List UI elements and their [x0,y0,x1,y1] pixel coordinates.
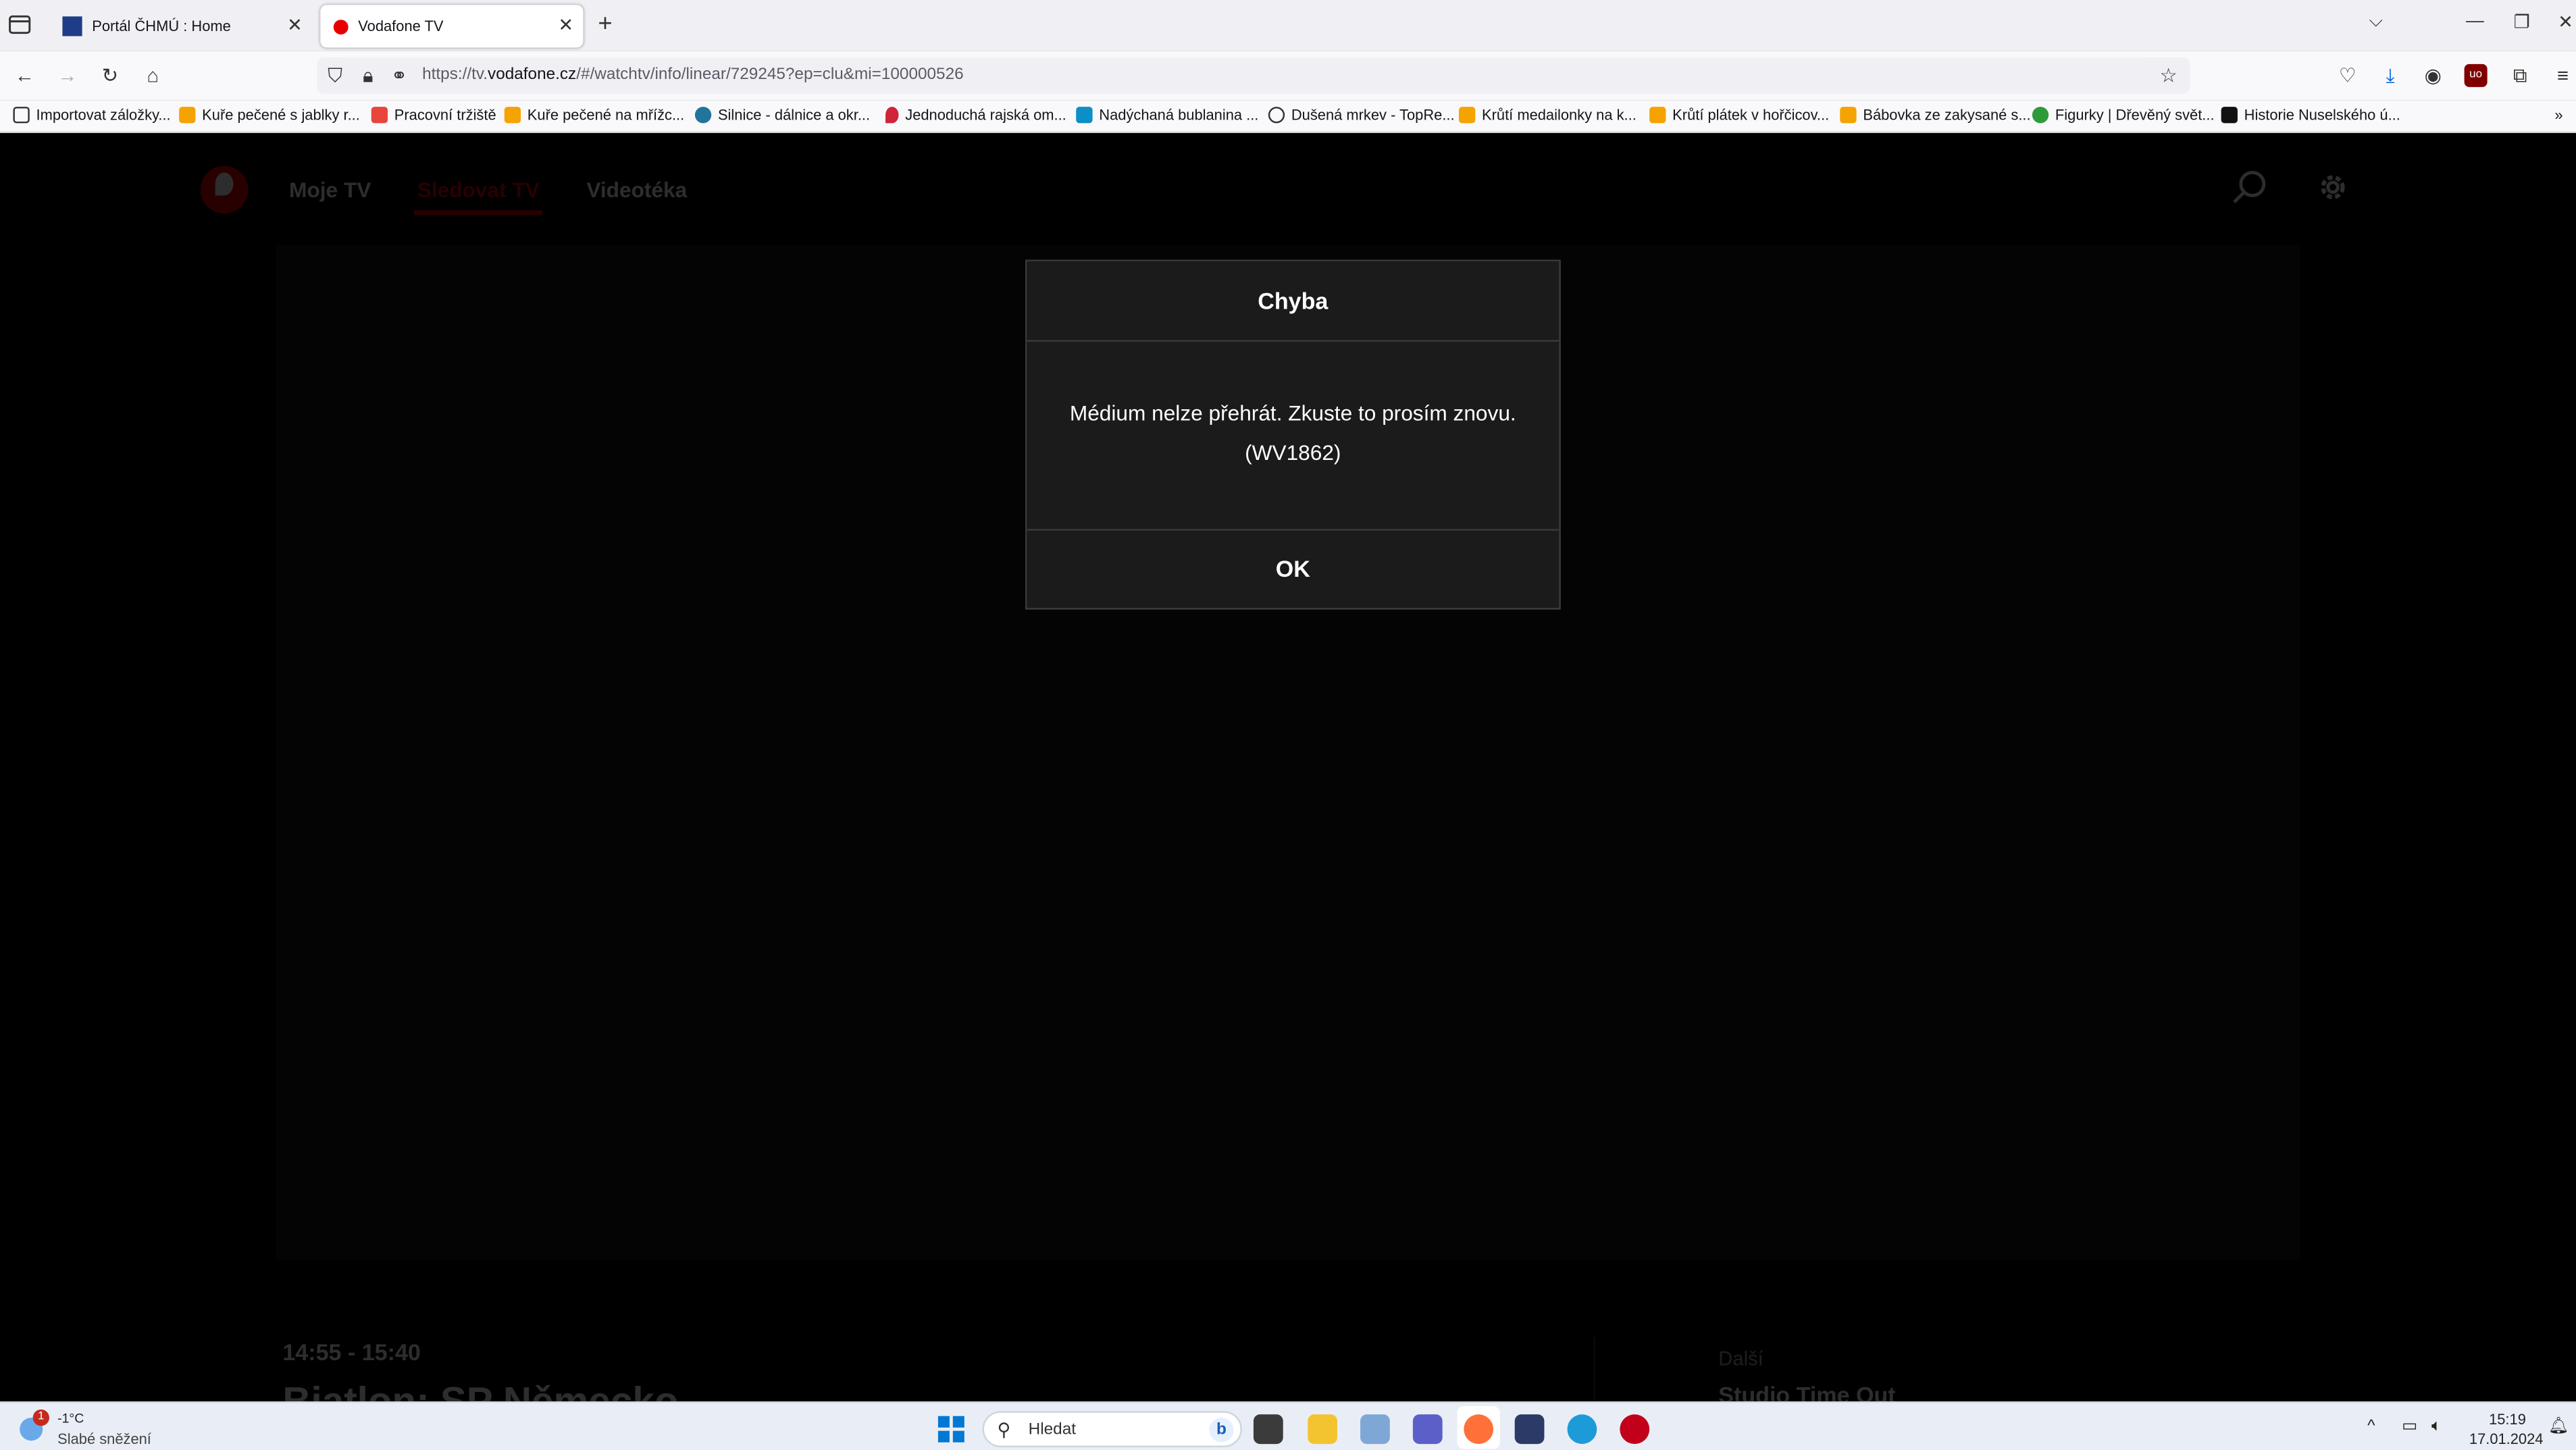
bookmark-star-icon[interactable]: ☆ [2157,64,2180,87]
reload-icon[interactable]: ↻ [99,64,122,87]
settings-gear-icon[interactable] [2315,170,2351,206]
back-arrow-icon[interactable]: ← [13,64,36,87]
dialog-error-code: (WV1862) [1245,440,1341,465]
import-icon [13,107,30,124]
bookmarks-toolbar: Importovat záložky... Kuře pečené s jabl… [0,100,2576,134]
recipe-site-icon [1076,107,1093,124]
menu-hamburger-icon[interactable]: ≡ [2552,64,2575,87]
permissions-icon[interactable]: ⚭ [388,64,411,87]
firefox-icon[interactable] [1464,1414,1494,1445]
more-bookmarks-chevron-icon[interactable]: » [2554,107,2562,123]
search-placeholder: Hledat [1028,1421,1076,1439]
weather-description[interactable]: Slabé sněžení [57,1431,151,1447]
wordpress-icon [694,107,712,124]
bookmark-item[interactable]: Kuře pečené na mřížc... [504,107,684,124]
error-dialog: Chyba Médium nelze přehrát. Zkuste to pr… [1025,259,1561,610]
taskbar-search-input[interactable]: ⚲ Hledat b [982,1411,1242,1447]
restore-icon[interactable]: ❐ [2514,11,2530,32]
jt-logo-icon [2221,107,2238,124]
bookmark-item[interactable]: Pracovní tržiště [371,107,496,124]
bookmark-item[interactable]: Dušená mrkev - TopRe... [1268,107,1455,124]
program-time-range: 14:55 - 15:40 [282,1339,421,1366]
account-icon[interactable]: ◉ [2421,64,2444,87]
tab-bar: Portál ČHMÚ : Home ✕ Vodafone TV ✕ + ⌵ —… [0,0,2576,51]
close-tab-icon[interactable]: ✕ [287,15,302,36]
snipping-tool-icon[interactable] [1360,1414,1390,1445]
chef-hat-icon [504,107,521,124]
ublock-origin-icon[interactable]: uo [2464,63,2488,87]
file-explorer-icon[interactable] [1308,1414,1337,1445]
list-all-tabs-chevron-icon[interactable]: ⌵ [2369,11,2383,33]
network-icon[interactable]: ▭ [2402,1418,2417,1436]
notification-bell-icon[interactable]: 🔔︎ [2548,1418,2569,1436]
nav-sledovat-tv[interactable]: Sledovat TV [417,178,540,202]
search-icon: ⚲ [997,1421,1011,1441]
bookmark-item[interactable]: Krůtí medailonky na k... [1458,107,1637,124]
bookmark-item[interactable]: Kuře pečené s jablky r... [179,107,360,124]
bookmark-item[interactable]: Nadýchaná bublanina ... [1076,107,1258,124]
new-tab-icon[interactable]: + [598,10,612,38]
remote-desktop-icon[interactable] [1514,1414,1545,1445]
extensions-icon[interactable]: ⧉ [2508,64,2531,87]
bookmark-item[interactable]: Bábovka ze zakysané s... [1840,107,2031,124]
teams-icon[interactable] [1412,1414,1443,1445]
show-hidden-icons-chevron-icon[interactable]: ^ [2367,1418,2375,1436]
next-label: Další [1718,1347,1763,1370]
bookmark-item[interactable]: Importovat záložky... [13,107,171,124]
edge-icon[interactable] [1567,1414,1597,1445]
dialog-title: Chyba [1027,261,1560,342]
chef-hat-icon [179,107,196,124]
bookmark-item[interactable]: Jednoduchá rajská om... [885,107,1066,124]
tab-list-icon[interactable] [7,11,33,38]
dialog-message: Médium nelze přehrát. Zkuste to prosím z… [1027,342,1560,531]
minimize-icon[interactable]: — [2466,11,2484,31]
address-bar[interactable]: ⛉ 🔒︎ ⚭ https://tv.vodafone.cz/#/watchtv/… [317,57,2190,94]
navigation-toolbar: ← → ↻ ⌂ ⛉ 🔒︎ ⚭ https://tv.vodafone.cz/#/… [0,51,2576,101]
chmu-favicon-icon [62,16,82,36]
tree-icon [2032,107,2049,124]
chef-hat-icon [1649,107,1666,124]
close-tab-icon[interactable]: ✕ [558,15,573,36]
chart-icon [371,107,388,124]
tab-vodafone-tv[interactable]: Vodafone TV ✕ [320,5,584,48]
active-nav-indicator [413,210,542,215]
chef-hat-icon [1840,107,1857,124]
dialog-message-text: Médium nelze přehrát. Zkuste to prosím z… [1069,400,1516,425]
bookmark-item[interactable]: Krůtí plátek v hořčicov... [1649,107,1829,124]
vodafone-favicon-icon [333,18,349,34]
chef-hat-icon [1458,107,1476,124]
next-program-panel[interactable] [1593,1337,2300,1403]
home-icon[interactable]: ⌂ [141,64,164,87]
weather-temperature[interactable]: -1°C [57,1411,84,1426]
bookmark-item[interactable]: Silnice - dálnice a okr... [694,107,870,124]
tracking-shield-icon[interactable]: ⛉ [324,64,346,87]
ok-button[interactable]: OK [1027,531,1559,608]
bing-icon[interactable]: b [1209,1418,1234,1443]
lock-icon[interactable]: 🔒︎ [357,64,380,87]
task-view-icon[interactable] [1253,1414,1283,1445]
vodafone-logo-icon[interactable] [200,165,249,214]
window-close-icon[interactable]: ✕ [2558,11,2573,32]
windows-taskbar: 1 -1°C Slabé sněžení ⚲ Hledat b ^ ▭ 🔈︎ 1… [0,1401,2576,1450]
tab-title: Vodafone TV [358,18,444,35]
forward-arrow-icon[interactable]: → [56,64,79,87]
globe-icon [1268,107,1285,124]
tab-portal-chmu[interactable]: Portál ČHMÚ : Home ✕ [49,5,312,47]
bookmark-item[interactable]: Historie Nuselského ú... [2221,107,2400,124]
location-pin-icon [885,107,899,124]
downloads-icon[interactable]: ⤓ [2379,64,2402,87]
pocket-icon[interactable]: ♡ [2336,64,2359,87]
clock-time[interactable]: 15:19 [2489,1411,2526,1427]
tab-title: Portál ČHMÚ : Home [92,18,231,35]
search-icon[interactable] [2233,170,2269,206]
app-red-circle-icon[interactable] [1620,1414,1650,1445]
url-text[interactable]: https://tv.vodafone.cz/#/watchtv/info/li… [422,66,964,84]
clock-date[interactable]: 17.01.2024 [2469,1431,2544,1447]
weather-alert-badge: 1 [32,1409,49,1426]
bookmark-item[interactable]: Figurky | Dřevěný svět... [2032,107,2215,124]
nav-moje-tv[interactable]: Moje TV [289,178,371,202]
windows-start-icon[interactable] [937,1416,964,1443]
nav-videoteka[interactable]: Videotéka [586,178,687,202]
volume-icon[interactable]: 🔈︎ [2431,1418,2442,1436]
